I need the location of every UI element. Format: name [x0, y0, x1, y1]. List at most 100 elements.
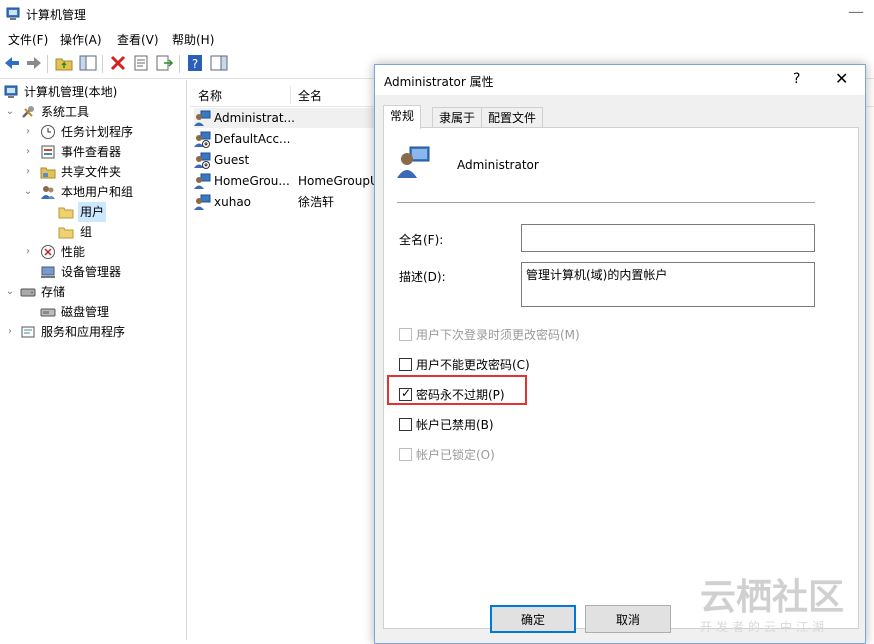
tree-item-groups[interactable]: 组: [0, 222, 186, 242]
properties-icon[interactable]: [131, 53, 151, 73]
device-manager-icon: [41, 266, 55, 278]
checkbox-box[interactable]: [399, 448, 412, 461]
list-item[interactable]: DefaultAcc...: [194, 129, 374, 149]
list-item[interactable]: xuhao 徐浩轩: [194, 192, 374, 212]
tree-item-event-viewer[interactable]: › 事件查看器: [0, 142, 186, 162]
chevron-right-icon[interactable]: ›: [22, 242, 34, 262]
user-icon: [397, 146, 430, 178]
tab-general[interactable]: 常规: [383, 105, 422, 129]
chevron-right-icon[interactable]: ›: [22, 142, 34, 162]
tree-item-disk-management[interactable]: 磁盘管理: [0, 302, 186, 322]
column-header-name[interactable]: 名称: [198, 87, 222, 104]
chevron-right-icon[interactable]: ›: [4, 322, 16, 342]
account-locked-checkbox[interactable]: 帐户已锁定(O): [399, 445, 659, 463]
export-list-icon[interactable]: [154, 53, 174, 73]
chevron-down-icon[interactable]: ⌄: [4, 282, 16, 302]
cannot-change-password-checkbox[interactable]: 用户不能更改密码(C): [399, 355, 659, 373]
checkbox-label: 用户不能更改密码(C): [416, 358, 530, 372]
list-item[interactable]: Administrat...: [194, 108, 374, 128]
toolbar-separator: [179, 55, 180, 73]
checkbox-label: 帐户已锁定(O): [416, 448, 495, 462]
list-item[interactable]: Guest: [194, 150, 374, 170]
tab-member-of[interactable]: 隶属于: [432, 107, 483, 128]
performance-icon: [41, 245, 55, 259]
tree-item-root[interactable]: 计算机管理(本地): [0, 82, 186, 102]
ok-button[interactable]: 确定: [490, 605, 576, 633]
description-field[interactable]: 管理计算机(域)的内置帐户: [521, 262, 815, 307]
user-disabled-icon: [194, 152, 211, 169]
column-header-fullname[interactable]: 全名: [298, 87, 322, 104]
user-name-cell: DefaultAcc...: [214, 132, 291, 146]
checkbox-label: 帐户已禁用(B): [416, 418, 494, 432]
tree-item-storage[interactable]: ⌄ 存储: [0, 282, 186, 302]
checkmark-icon: ✓: [401, 386, 412, 400]
chevron-down-icon[interactable]: ⌄: [22, 182, 34, 202]
shared-folder-icon: [40, 167, 56, 179]
folder-icon: [58, 227, 74, 239]
tree-item-system-tools[interactable]: ⌄ 系统工具: [0, 102, 186, 122]
tree-item-label: 共享文件夹: [61, 165, 122, 179]
tree-item-label: 本地用户和组: [61, 185, 134, 199]
help-icon[interactable]: ?: [185, 53, 205, 73]
menu-action[interactable]: 操作(A): [60, 31, 102, 48]
menu-help[interactable]: 帮助(H): [172, 31, 214, 48]
menu-view[interactable]: 查看(V): [117, 31, 159, 48]
tree-item-local-users-groups[interactable]: ⌄ 本地用户和组: [0, 182, 186, 202]
menu-bar: 文件(F) 操作(A) 查看(V) 帮助(H): [0, 28, 874, 50]
column-divider[interactable]: [290, 86, 291, 104]
toolbar-separator: [47, 55, 48, 73]
up-folder-icon[interactable]: [54, 53, 74, 73]
tree-item-task-scheduler[interactable]: › 任务计划程序: [0, 122, 186, 142]
list-item[interactable]: HomeGrou... HomeGroupU: [194, 171, 379, 191]
navigation-tree: 计算机管理(本地) ⌄ 系统工具 › 任务计划程序 › 事件查看器 › 共享文件…: [0, 80, 187, 640]
tree-item-label: 组: [80, 225, 93, 239]
tree-item-shared-folders[interactable]: › 共享文件夹: [0, 162, 186, 182]
cancel-button[interactable]: 取消: [585, 605, 671, 633]
user-fullname-cell: HomeGroupU: [298, 174, 379, 188]
tree-item-users[interactable]: 用户: [0, 202, 186, 222]
checkbox-box[interactable]: [399, 358, 412, 371]
user-icon: [194, 110, 211, 126]
user-icon: [194, 173, 211, 189]
checkbox-label: 用户下次登录时须更改密码(M): [416, 328, 580, 342]
checkbox-label: 密码永不过期(P): [416, 388, 505, 402]
chevron-down-icon[interactable]: ⌄: [4, 102, 16, 122]
password-never-expires-checkbox[interactable]: ✓ 密码永不过期(P): [399, 385, 659, 403]
chevron-right-icon[interactable]: ›: [22, 122, 34, 142]
forward-arrow-icon[interactable]: [24, 53, 44, 73]
tree-item-label: 磁盘管理: [61, 305, 110, 319]
user-name-cell: xuhao: [214, 195, 252, 209]
menu-file[interactable]: 文件(F): [8, 31, 48, 48]
close-icon[interactable]: ✕: [835, 69, 848, 88]
watermark: 云栖社区 开发者的云中江湖: [672, 566, 872, 636]
minimize-button[interactable]: —: [848, 2, 872, 24]
tree-item-label: 任务计划程序: [61, 125, 134, 139]
clock-icon: [41, 125, 55, 139]
fullname-label: 全名(F):: [399, 233, 444, 247]
help-button[interactable]: ?: [793, 71, 800, 87]
tree-item-label: 计算机管理(本地): [24, 85, 118, 99]
users-icon: [41, 186, 55, 199]
back-arrow-icon[interactable]: [2, 53, 22, 73]
services-icon: [21, 326, 35, 338]
watermark-subtext: 开发者的云中江湖: [700, 620, 829, 634]
svg-text:?: ?: [192, 57, 198, 71]
account-disabled-checkbox[interactable]: 帐户已禁用(B): [399, 415, 659, 433]
tab-profile[interactable]: 配置文件: [481, 107, 544, 128]
divider: [397, 202, 815, 203]
checkbox-box[interactable]: ✓: [399, 386, 412, 401]
tree-item-services-apps[interactable]: › 服务和应用程序: [0, 322, 186, 342]
checkbox-box[interactable]: [399, 328, 412, 341]
delete-icon[interactable]: [108, 53, 128, 73]
tree-item-performance[interactable]: › 性能: [0, 242, 186, 262]
tree-item-device-manager[interactable]: 设备管理器: [0, 262, 186, 282]
tree-item-label: 事件查看器: [61, 145, 122, 159]
fullname-field[interactable]: [521, 224, 815, 252]
dialog-title: Administrator 属性: [384, 75, 494, 89]
checkbox-box[interactable]: [399, 418, 412, 431]
show-hide-tree-icon[interactable]: [78, 53, 98, 73]
chevron-right-icon[interactable]: ›: [22, 162, 34, 182]
must-change-password-checkbox[interactable]: 用户下次登录时须更改密码(M): [399, 325, 659, 343]
action-pane-icon[interactable]: [209, 53, 229, 73]
account-name: Administrator: [457, 158, 539, 172]
